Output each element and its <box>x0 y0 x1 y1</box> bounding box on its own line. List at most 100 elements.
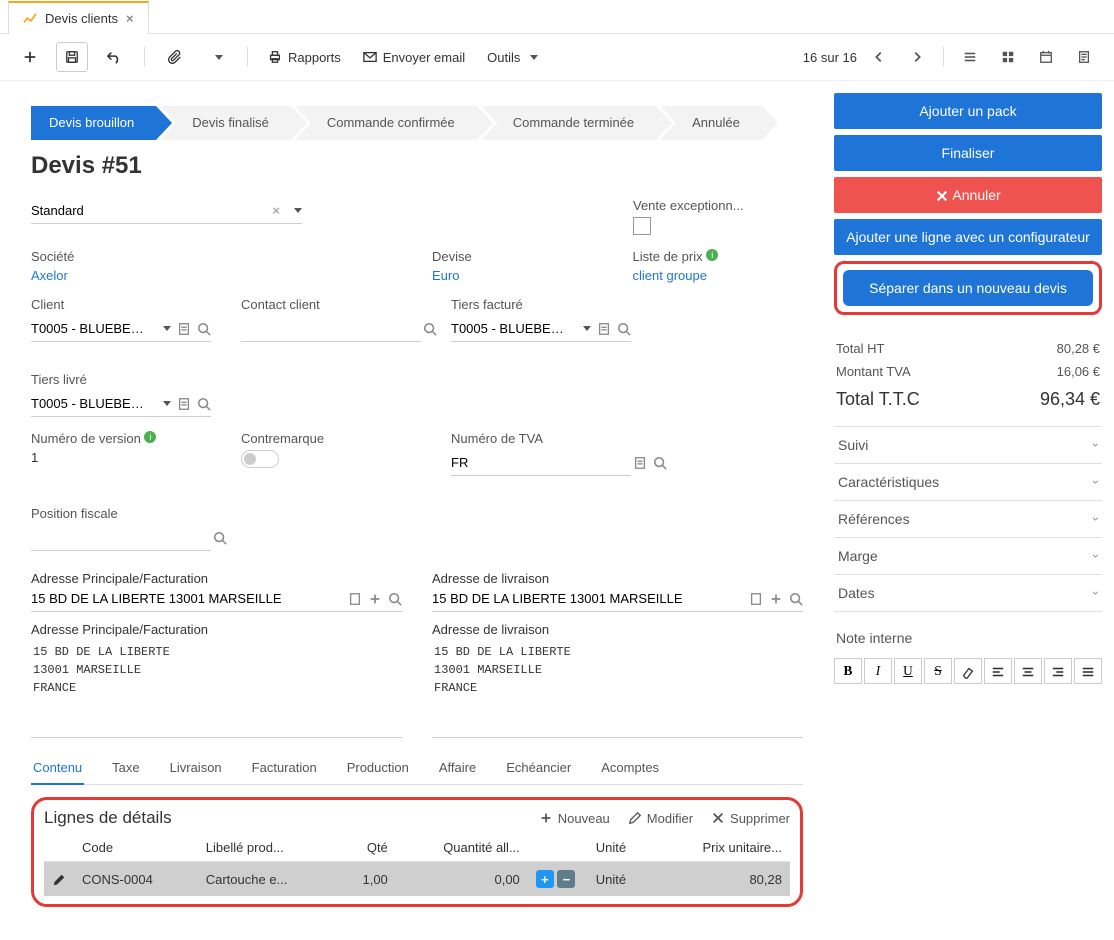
caret-down-icon <box>163 401 171 406</box>
pager-next[interactable] <box>901 42 933 72</box>
livraison-input[interactable] <box>432 589 743 608</box>
status-step[interactable]: Devis finalisé <box>160 106 291 140</box>
split-button[interactable]: Séparer dans un nouveau devis <box>843 270 1093 306</box>
new-line-button[interactable]: Nouveau <box>539 811 610 826</box>
delete-line-button[interactable]: Supprimer <box>711 811 790 826</box>
add-pack-button[interactable]: Ajouter un pack <box>834 93 1102 129</box>
main-fact-full[interactable]: 15 BD DE LA LIBERTE 13001 MARSEILLE FRAN… <box>31 637 402 738</box>
rte-bold[interactable]: B <box>834 658 862 684</box>
accordion-item[interactable]: Caractéristiques› <box>834 463 1102 500</box>
type-input[interactable] <box>31 201 266 220</box>
status-step[interactable]: Commande confirmée <box>295 106 477 140</box>
doc-icon[interactable] <box>177 322 191 336</box>
position-fiscale-input[interactable] <box>31 528 207 547</box>
livraison-full[interactable]: 15 BD DE LA LIBERTE 13001 MARSEILLE FRAN… <box>432 637 803 738</box>
rte-align-justify[interactable] <box>1074 658 1102 684</box>
vente-exception-checkbox[interactable] <box>633 217 651 235</box>
tools-dropdown[interactable]: Outils <box>481 46 544 69</box>
clear-icon[interactable]: × <box>272 203 280 218</box>
inner-tab[interactable]: Acomptes <box>599 752 661 784</box>
inner-tab[interactable]: Livraison <box>168 752 224 784</box>
doc-icon[interactable] <box>348 592 362 606</box>
plus-icon[interactable] <box>368 592 382 606</box>
accordion-item[interactable]: Dates› <box>834 574 1102 611</box>
tab-devis-clients[interactable]: Devis clients × <box>8 1 149 34</box>
contact-client-input[interactable] <box>241 319 417 338</box>
undo-button[interactable] <box>98 42 130 72</box>
view-calendar[interactable] <box>1030 42 1062 72</box>
qty-plus-button[interactable]: + <box>536 870 554 888</box>
qty-minus-button[interactable]: − <box>557 870 575 888</box>
search-icon[interactable] <box>423 322 437 336</box>
main-fact-input[interactable] <box>31 589 342 608</box>
accordion-item[interactable]: Références› <box>834 500 1102 537</box>
inner-tab[interactable]: Contenu <box>31 752 84 785</box>
note-interne-label: Note interne <box>836 630 1102 646</box>
save-button[interactable] <box>56 42 88 72</box>
type-select[interactable]: × <box>31 198 302 224</box>
grid-icon <box>1001 50 1015 64</box>
devise-link[interactable]: Euro <box>432 268 603 283</box>
attach-button[interactable] <box>159 42 191 72</box>
row-edit-icon[interactable] <box>44 862 74 897</box>
plus-icon[interactable] <box>769 592 783 606</box>
col-code[interactable]: Code <box>74 834 198 862</box>
search-icon[interactable] <box>213 531 227 545</box>
client-input[interactable] <box>31 319 153 338</box>
rte-underline[interactable]: U <box>894 658 922 684</box>
doc-icon[interactable] <box>597 322 611 336</box>
col-price[interactable]: Prix unitaire... <box>654 834 790 862</box>
search-icon[interactable] <box>197 397 211 411</box>
doc-icon[interactable] <box>177 397 191 411</box>
rte-italic[interactable]: I <box>864 658 892 684</box>
tab-close-icon[interactable]: × <box>126 11 134 26</box>
doc-icon[interactable] <box>633 456 647 470</box>
view-list[interactable] <box>954 42 986 72</box>
rte-align-center[interactable] <box>1014 658 1042 684</box>
attach-dropdown[interactable] <box>201 42 233 72</box>
contremarque-toggle[interactable] <box>241 450 279 468</box>
col-label[interactable]: Libellé prod... <box>198 834 337 862</box>
new-button[interactable] <box>14 42 46 72</box>
doc-icon[interactable] <box>749 592 763 606</box>
finalize-button[interactable]: Finaliser <box>834 135 1102 171</box>
rte-align-left[interactable] <box>984 658 1012 684</box>
accordion-item[interactable]: Marge› <box>834 537 1102 574</box>
inner-tab[interactable]: Production <box>345 752 411 784</box>
rte-strike[interactable]: S <box>924 658 952 684</box>
rte-clear[interactable] <box>954 658 982 684</box>
add-config-button[interactable]: Ajouter une ligne avec un configurateur <box>834 219 1102 255</box>
status-step[interactable]: Commande terminée <box>481 106 656 140</box>
edit-line-button[interactable]: Modifier <box>628 811 693 826</box>
inner-tab[interactable]: Facturation <box>250 752 319 784</box>
cancel-button[interactable]: Annuler <box>834 177 1102 213</box>
col-qty[interactable]: Qté <box>337 834 396 862</box>
societe-link[interactable]: Axelor <box>31 268 202 283</box>
col-alloc[interactable]: Quantité all... <box>396 834 528 862</box>
accordion-item[interactable]: Suivi› <box>834 426 1102 463</box>
liste-prix-link[interactable]: client groupe <box>633 268 804 283</box>
view-grid[interactable] <box>992 42 1024 72</box>
status-step[interactable]: Annulée <box>660 106 762 140</box>
table-row[interactable]: CONS-0004 Cartouche e... 1,00 0,00 + − U… <box>44 862 790 897</box>
numero-tva-input[interactable] <box>451 453 627 472</box>
client-label: Client <box>31 297 211 312</box>
search-icon[interactable] <box>789 592 803 606</box>
pager-prev[interactable] <box>863 42 895 72</box>
search-icon[interactable] <box>617 322 631 336</box>
inner-tab[interactable]: Echéancier <box>504 752 573 784</box>
inner-tab[interactable]: Taxe <box>110 752 141 784</box>
view-form[interactable] <box>1068 42 1100 72</box>
search-icon[interactable] <box>653 456 667 470</box>
search-icon[interactable] <box>388 592 402 606</box>
tiers-facture-input[interactable] <box>451 319 573 338</box>
search-icon[interactable] <box>197 322 211 336</box>
reports-button[interactable]: Rapports <box>262 46 347 69</box>
col-unit[interactable]: Unité <box>588 834 654 862</box>
info-icon: i <box>144 431 156 443</box>
send-email-button[interactable]: Envoyer email <box>357 46 471 69</box>
tiers-livre-input[interactable] <box>31 394 153 413</box>
status-step[interactable]: Devis brouillon <box>31 106 156 140</box>
rte-align-right[interactable] <box>1044 658 1072 684</box>
inner-tab[interactable]: Affaire <box>437 752 478 784</box>
